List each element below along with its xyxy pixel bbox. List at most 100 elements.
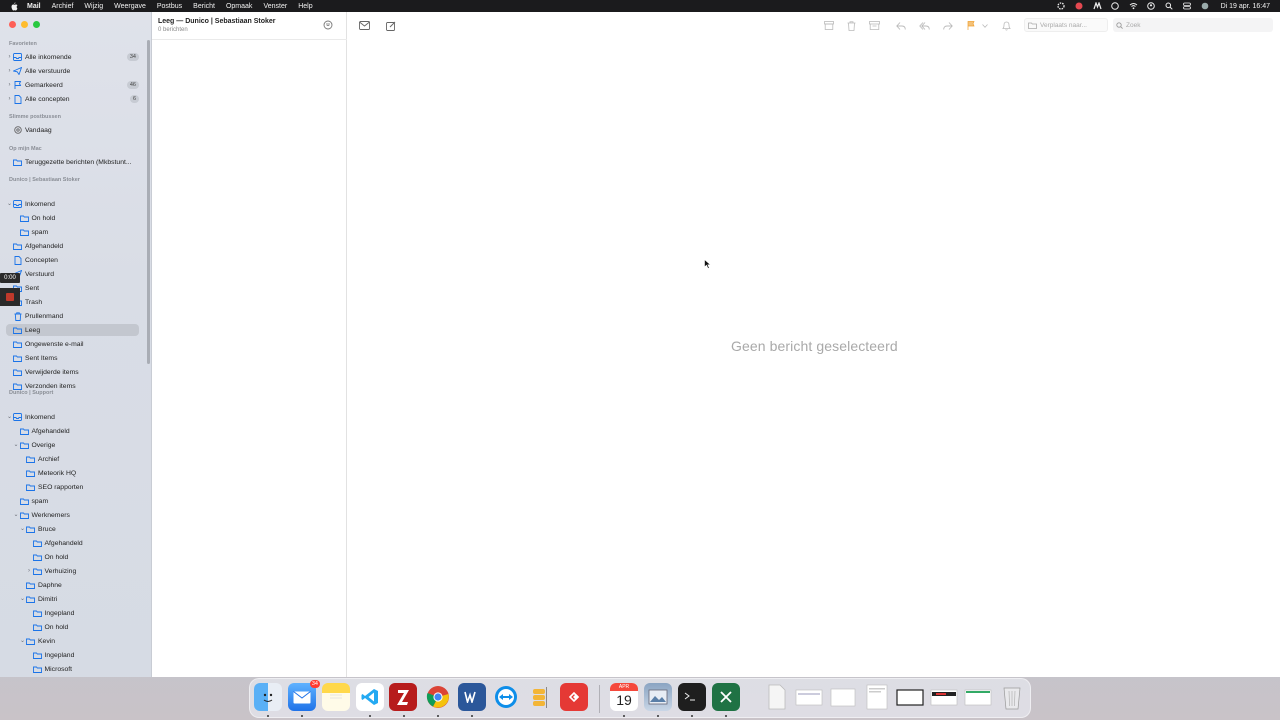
trash-bin-icon[interactable] bbox=[998, 683, 1026, 711]
chevron-right-icon[interactable]: › bbox=[6, 96, 13, 102]
minimize-window-button[interactable] bbox=[21, 21, 28, 28]
section-header-favorites[interactable]: Favorieten bbox=[9, 41, 37, 47]
wifi-icon[interactable] bbox=[1129, 2, 1138, 11]
chevron-down-icon[interactable] bbox=[981, 20, 988, 31]
chevron-right-icon[interactable]: › bbox=[6, 54, 13, 60]
menu-weergave[interactable]: Weergave bbox=[114, 3, 146, 10]
chevron-right-icon[interactable]: › bbox=[26, 568, 33, 574]
control-center-icon[interactable] bbox=[1183, 2, 1192, 11]
sidebar-mailbox-item[interactable]: Sent bbox=[6, 282, 139, 294]
chrome-app-icon[interactable] bbox=[424, 683, 452, 711]
chevron-down-icon[interactable]: ⌄ bbox=[6, 201, 13, 207]
get-mail-icon[interactable] bbox=[359, 20, 370, 31]
filter-icon[interactable] bbox=[323, 20, 333, 30]
creative-cloud-icon[interactable] bbox=[1075, 2, 1084, 11]
sidebar-mailbox-item[interactable]: Verzonden items bbox=[6, 380, 139, 392]
sidebar-mailbox-item[interactable]: ⌄ Inkomend bbox=[6, 411, 139, 423]
chevron-down-icon[interactable]: ⌄ bbox=[19, 638, 26, 644]
meteor-app-icon[interactable] bbox=[1092, 2, 1102, 11]
siri-icon[interactable] bbox=[1201, 2, 1210, 11]
anydesk-app-icon[interactable] bbox=[560, 683, 588, 711]
move-to-field[interactable]: Verplaats naar... bbox=[1024, 18, 1108, 32]
sidebar-mailbox-item[interactable]: SEO rapporten bbox=[19, 481, 139, 493]
mail-app-icon[interactable]: 34 bbox=[288, 680, 320, 711]
sidebar-mailbox-item[interactable]: Ingepland bbox=[26, 607, 140, 619]
bell-icon[interactable] bbox=[1001, 20, 1012, 31]
compose-icon[interactable] bbox=[385, 20, 396, 31]
sidebar-mailbox-item[interactable]: ⌄ Bruce bbox=[19, 523, 139, 535]
menu-bericht[interactable]: Bericht bbox=[193, 3, 215, 10]
sidebar-item-today[interactable]: Vandaag bbox=[6, 124, 139, 136]
sidebar-mailbox-item[interactable]: Trash bbox=[6, 296, 139, 308]
sidebar-mailbox-item[interactable]: Ongewenste e-mail bbox=[6, 338, 139, 350]
sequel-database-app-icon[interactable] bbox=[526, 683, 554, 711]
chevron-down-icon[interactable]: ⌄ bbox=[19, 526, 26, 532]
sidebar-mailbox-item[interactable]: On hold bbox=[13, 212, 140, 224]
reply-all-icon[interactable] bbox=[919, 20, 930, 31]
zoom-window-button[interactable] bbox=[33, 21, 40, 28]
sidebar-mailbox-item[interactable]: Microsoft bbox=[26, 663, 140, 675]
sidebar-mailbox-item[interactable]: Afgehandeld bbox=[26, 537, 140, 549]
flag-icon[interactable] bbox=[965, 20, 976, 31]
sidebar-mailbox-item[interactable]: On hold bbox=[26, 551, 140, 563]
sidebar-mailbox-item[interactable]: ⌄ Dimitri bbox=[19, 593, 139, 605]
html-file-icon[interactable] bbox=[763, 683, 791, 711]
recent-document-thumbnail-icon[interactable] bbox=[863, 683, 891, 711]
sidebar-mailbox-item[interactable]: Archief bbox=[19, 453, 139, 465]
recent-screenshot-thumbnail-icon[interactable] bbox=[896, 683, 924, 711]
sidebar-item-restored-messages[interactable]: Teruggezette berichten (Mkbstunt... bbox=[6, 156, 139, 168]
sidebar-mailbox-item[interactable]: Verstuurd bbox=[6, 268, 139, 280]
sidebar-item-all-drafts[interactable]: › Alle concepten 6 bbox=[6, 93, 139, 105]
excel-app-icon[interactable] bbox=[712, 683, 740, 711]
chevron-down-icon[interactable]: ⌄ bbox=[19, 596, 26, 602]
preview-app-icon[interactable] bbox=[644, 683, 672, 711]
sidebar-mailbox-item[interactable]: Afgehandeld bbox=[6, 240, 139, 252]
recent-download-thumbnail-icon[interactable] bbox=[964, 683, 992, 711]
trash-icon[interactable] bbox=[846, 20, 857, 31]
user-icon[interactable] bbox=[1147, 2, 1156, 11]
menu-mail[interactable]: Mail bbox=[27, 3, 41, 10]
sidebar-mailbox-item[interactable]: Daphne bbox=[19, 579, 139, 591]
menu-help[interactable]: Help bbox=[298, 3, 312, 10]
finder-icon[interactable] bbox=[254, 683, 282, 711]
vscode-app-icon[interactable] bbox=[356, 683, 384, 711]
sidebar-mailbox-item[interactable]: ⌄ Kevin bbox=[19, 635, 139, 647]
chevron-down-icon[interactable]: ⌄ bbox=[13, 442, 20, 448]
grammarly-icon[interactable] bbox=[1111, 2, 1120, 11]
sidebar-mailbox-item[interactable]: Meteorik HQ bbox=[19, 467, 139, 479]
section-header-smart-mailboxes[interactable]: Slimme postbussen bbox=[9, 114, 61, 120]
search-field[interactable]: Zoek bbox=[1113, 18, 1273, 32]
sidebar-mailbox-item[interactable]: spam bbox=[13, 495, 140, 507]
sidebar-item-flagged[interactable]: › Gemarkeerd 46 bbox=[6, 79, 139, 91]
reply-icon[interactable] bbox=[895, 20, 906, 31]
chevron-down-icon[interactable]: ⌄ bbox=[13, 512, 20, 518]
notes-app-icon[interactable] bbox=[322, 683, 350, 711]
sidebar-mailbox-item[interactable]: Afgehandeld bbox=[13, 425, 140, 437]
sidebar-mailbox-item[interactable]: spam bbox=[13, 226, 140, 238]
sidebar-mailbox-item[interactable]: ⌄ Inkomend bbox=[6, 198, 139, 210]
recent-screenshot-thumbnail-icon[interactable] bbox=[930, 683, 958, 711]
sidebar-mailbox-item[interactable]: Concepten bbox=[6, 254, 139, 266]
recent-document-thumbnail-icon[interactable] bbox=[795, 683, 823, 711]
sidebar-mailbox-item[interactable]: Sent Items bbox=[6, 352, 139, 364]
menu-archief[interactable]: Archief bbox=[52, 3, 74, 10]
sidebar-mailbox-item[interactable]: On hold bbox=[26, 621, 140, 633]
menu-wijzig[interactable]: Wijzig bbox=[84, 3, 103, 10]
terminal-app-icon[interactable] bbox=[678, 683, 706, 711]
archive-box-icon[interactable] bbox=[823, 20, 834, 31]
chevron-down-icon[interactable]: ⌄ bbox=[6, 414, 13, 420]
chevron-right-icon[interactable]: › bbox=[6, 68, 13, 74]
search-icon[interactable] bbox=[1165, 2, 1174, 11]
junk-icon[interactable] bbox=[869, 20, 880, 31]
sidebar-item-all-inbox[interactable]: › Alle inkomende 34 bbox=[6, 51, 139, 63]
chevron-right-icon[interactable]: › bbox=[6, 82, 13, 88]
section-header-account-sebastiaan[interactable]: Dunico | Sebastiaan Stoker bbox=[9, 177, 80, 183]
gear-icon[interactable] bbox=[1057, 2, 1066, 11]
forward-icon[interactable] bbox=[942, 20, 953, 31]
sidebar-mailbox-item[interactable]: Leeg bbox=[6, 324, 139, 336]
sidebar-mailbox-item[interactable]: Verwijderde items bbox=[6, 366, 139, 378]
stop-recording-button[interactable] bbox=[0, 288, 20, 306]
menubar-clock[interactable]: Di 19 apr. 16:47 bbox=[1221, 3, 1270, 10]
calendar-app-icon[interactable]: APR 19 bbox=[610, 683, 638, 711]
apple-icon[interactable] bbox=[9, 1, 19, 11]
